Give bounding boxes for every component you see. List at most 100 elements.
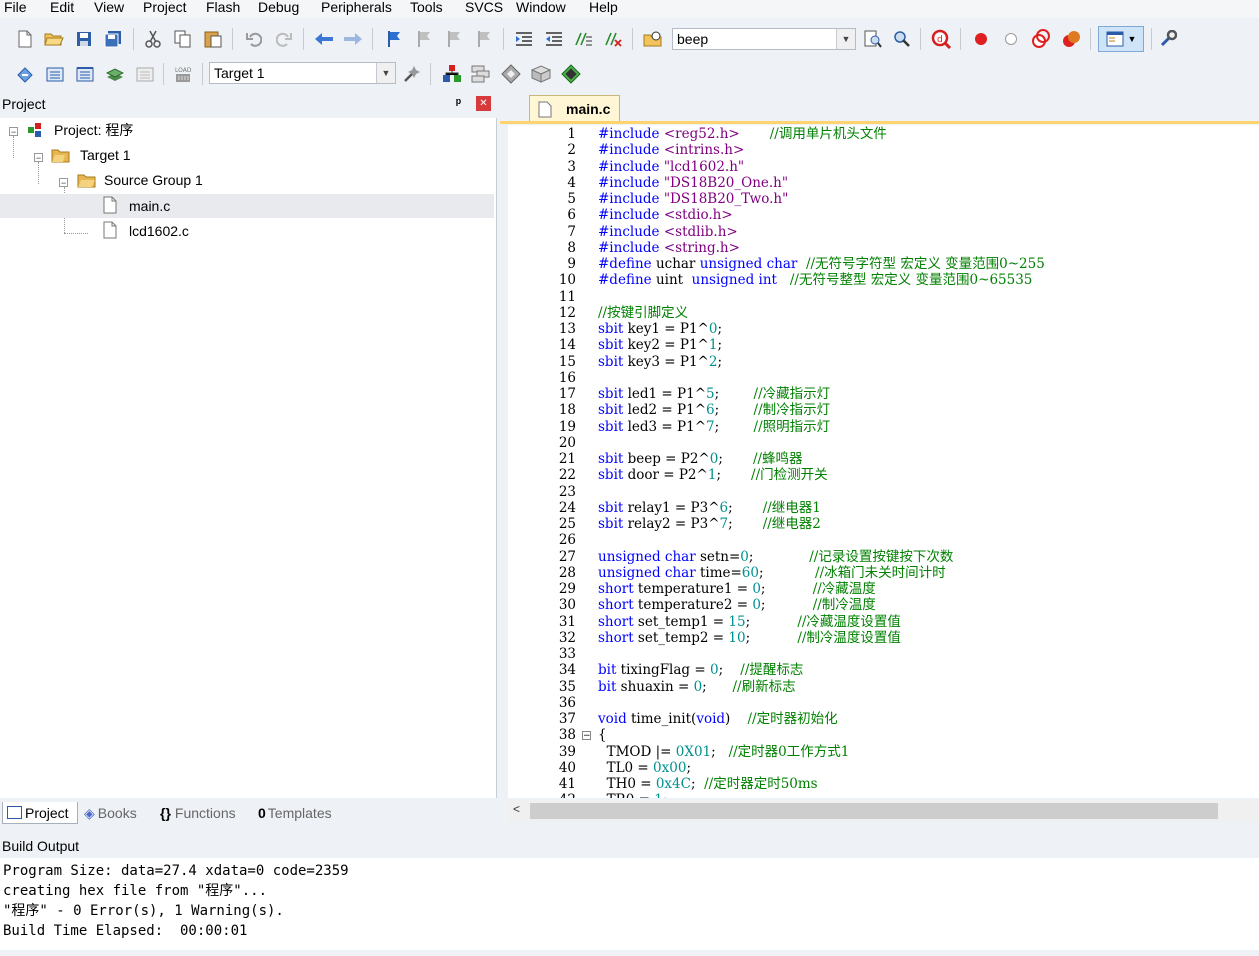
breakpoint-kill-all-icon[interactable] (1060, 28, 1082, 50)
rebuild-icon[interactable] (74, 63, 96, 85)
line-number: 16 (558, 369, 576, 386)
code-editor[interactable]: 1 #include <reg52.h> //调用单片机头文件 2 #include … (508, 125, 1259, 798)
save-icon[interactable] (73, 28, 95, 50)
cut-icon[interactable] (142, 28, 164, 50)
code-text: #include "DS18B20_Two.h" (598, 191, 789, 207)
line-number: 29 (558, 581, 576, 597)
menu-peripherals[interactable]: Peripherals (321, 0, 392, 16)
manage-project-items-icon[interactable] (441, 63, 463, 85)
scrollbar-thumb[interactable] (530, 803, 1218, 819)
tree-source-group[interactable]: Source Group 1 (104, 169, 203, 191)
menu-file[interactable]: File (4, 0, 27, 16)
svg-text:d: d (937, 35, 943, 45)
build-icon[interactable] (44, 63, 66, 85)
bookmark-next-icon[interactable] (443, 28, 465, 50)
navigate-back-icon[interactable] (313, 28, 335, 50)
tree-file-main-c[interactable]: main.c (129, 195, 170, 217)
tree-file-lcd1602-c[interactable]: lcd1602.c (129, 220, 189, 242)
tab-main-c[interactable]: main.c (529, 95, 620, 122)
new-file-icon[interactable] (14, 28, 36, 50)
menu-help[interactable]: Help (589, 0, 618, 16)
unindent-icon[interactable] (543, 28, 565, 50)
scroll-left-icon[interactable]: < (513, 802, 520, 816)
comment-icon[interactable] (572, 28, 594, 50)
incremental-find-icon[interactable] (891, 28, 913, 50)
redo-icon[interactable] (273, 28, 295, 50)
bookmark-toggle-icon[interactable] (383, 28, 405, 50)
toolbar-separator (372, 28, 373, 50)
copy-icon[interactable] (172, 28, 194, 50)
select-packs-icon[interactable] (470, 63, 492, 85)
line-number: 8 (567, 239, 576, 256)
find-icon[interactable] (862, 28, 884, 50)
indent-icon[interactable] (513, 28, 535, 50)
code-text: short temperature2 = 0; //制冷温度 (598, 597, 876, 614)
options-for-target-icon[interactable] (401, 63, 423, 85)
tab-functions[interactable]: {} Functions (160, 802, 252, 824)
target-select[interactable]: Target 1 ▼ (209, 62, 396, 84)
menu-svcs[interactable]: SVCS (465, 0, 503, 16)
code-text: #define uchar unsigned char //无符号字符型 宏定义… (598, 256, 1045, 272)
functions-icon: {} (160, 805, 171, 821)
save-all-icon[interactable] (102, 28, 124, 50)
menu-debug[interactable]: Debug (258, 0, 299, 16)
paste-icon[interactable] (202, 28, 224, 50)
find-in-files-icon[interactable] (642, 28, 664, 50)
chevron-down-icon[interactable]: ▼ (376, 63, 395, 83)
batch-build-icon[interactable] (104, 63, 126, 85)
code-text: short set_temp2 = 10; //制冷温度设置值 (598, 629, 901, 646)
menu-view[interactable]: View (94, 0, 124, 16)
menu-edit[interactable]: Edit (50, 0, 74, 16)
find-combo[interactable]: beep ▼ (672, 28, 856, 50)
pack-installer-icon[interactable] (530, 63, 552, 85)
code-text: sbit key3 = P1^2; (598, 353, 723, 370)
uncomment-icon[interactable] (602, 28, 624, 50)
open-file-icon[interactable] (43, 28, 65, 50)
tab-templates[interactable]: 0 Templates (258, 802, 358, 824)
editor-horizontal-scrollbar[interactable]: < (508, 800, 1259, 822)
breakpoint-disable-all-icon[interactable] (1030, 28, 1052, 50)
breakpoint-insert-icon[interactable] (970, 28, 992, 50)
menu-flash[interactable]: Flash (206, 0, 240, 16)
configure-icon[interactable] (1157, 28, 1179, 50)
line-number: 39 (558, 743, 576, 760)
menu-tools[interactable]: Tools (410, 0, 443, 16)
code-text: void time_init(void) //定时器初始化 (598, 711, 838, 727)
project-tab-icon (7, 806, 22, 819)
breakpoint-enable-icon[interactable] (1000, 28, 1022, 50)
tab-project[interactable]: Project (2, 802, 78, 824)
collapse-icon[interactable]: − (9, 127, 18, 137)
menu-project[interactable]: Project (143, 0, 187, 16)
collapse-icon[interactable]: − (59, 178, 68, 188)
chevron-down-icon[interactable]: ▼ (836, 29, 855, 49)
navigate-forward-icon[interactable] (342, 28, 364, 50)
tree-target[interactable]: Target 1 (80, 144, 131, 166)
pin-icon[interactable]: ᵖ (456, 93, 461, 113)
line-number: 41 (558, 776, 576, 792)
find-combo-value: beep (677, 31, 709, 47)
window-layout-button[interactable]: ▼ (1098, 26, 1144, 52)
line-number: 11 (558, 288, 576, 305)
close-icon[interactable]: ✕ (476, 96, 491, 111)
debug-session-icon[interactable]: d (930, 28, 952, 50)
menu-window[interactable]: Window (516, 0, 566, 16)
device-database-icon[interactable] (560, 63, 582, 85)
undo-icon[interactable] (243, 28, 265, 50)
tab-books[interactable]: ◈ Books (84, 802, 150, 824)
caret-down-icon: ▼ (1127, 34, 1137, 44)
manage-rte-icon[interactable] (500, 63, 522, 85)
line-number: 35 (558, 678, 576, 695)
line-number: 23 (558, 483, 576, 500)
fold-toggle-icon[interactable]: − (582, 731, 591, 741)
tree-project-root[interactable]: Project: 程序 (54, 119, 133, 141)
stop-build-icon[interactable] (134, 63, 156, 85)
bookmark-clear-icon[interactable] (473, 28, 495, 50)
bookmark-prev-icon[interactable] (413, 28, 435, 50)
line-number: 32 (558, 629, 576, 646)
download-icon[interactable]: LOAD (172, 63, 194, 85)
code-text: short temperature1 = 0; //冷藏温度 (598, 581, 876, 597)
translate-icon[interactable] (14, 63, 36, 85)
code-text: #include <reg52.h> //调用单片机头文件 (598, 126, 887, 142)
collapse-icon[interactable]: − (34, 153, 43, 163)
code-text: bit tixingFlag = 0; //提醒标志 (598, 662, 804, 679)
